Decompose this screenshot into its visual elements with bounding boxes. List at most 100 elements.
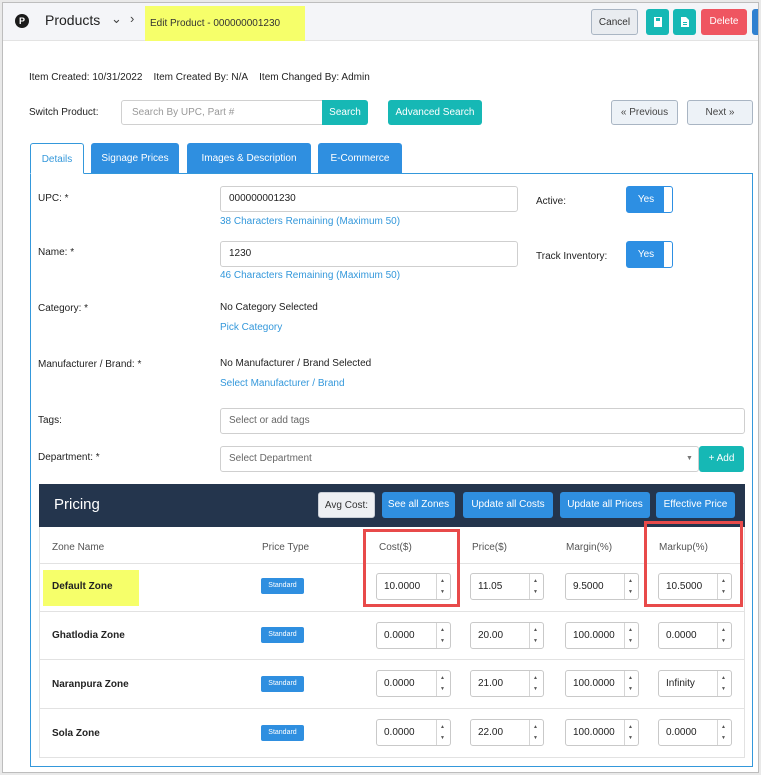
column-price-type: Price Type	[262, 542, 310, 553]
margin-input[interactable]: 100.0000	[565, 622, 639, 649]
zone-name: Sola Zone	[52, 728, 100, 739]
avg-cost-button[interactable]: Avg Cost:	[318, 492, 375, 518]
chevron-down-icon[interactable]: ⌄	[111, 11, 122, 27]
item-created: Item Created: 10/31/2022	[29, 72, 143, 83]
manufacturer-label: Manufacturer / Brand: *	[38, 359, 142, 370]
add-department-button[interactable]: + Add	[699, 446, 744, 472]
search-button[interactable]: Search	[322, 100, 368, 125]
stepper-icon[interactable]	[624, 574, 638, 599]
tags-label: Tags:	[38, 415, 62, 426]
stepper-icon[interactable]	[529, 623, 543, 648]
stepper-icon[interactable]	[624, 720, 638, 745]
manufacturer-value: No Manufacturer / Brand Selected	[220, 358, 372, 369]
previous-button[interactable]: « Previous	[611, 100, 678, 125]
stepper-icon[interactable]	[436, 671, 450, 696]
department-label: Department: *	[38, 452, 100, 463]
cost-value: 0.0000	[384, 630, 415, 641]
price-value: 21.00	[478, 678, 504, 689]
more-button[interactable]	[752, 9, 758, 35]
item-meta: Item Created: 10/31/2022 Item Created By…	[29, 72, 370, 83]
cancel-button[interactable]: Cancel	[591, 9, 638, 35]
margin-input[interactable]: 9.5000	[565, 573, 639, 600]
margin-value: 9.5000	[573, 581, 604, 592]
stepper-icon[interactable]	[624, 671, 638, 696]
price-input[interactable]: 21.00	[470, 670, 544, 697]
stepper-icon[interactable]	[529, 574, 543, 599]
cost-value: 0.0000	[384, 678, 415, 689]
update-all-prices-button[interactable]: Update all Prices	[560, 492, 650, 518]
tags-input[interactable]: Select or add tags	[220, 408, 745, 434]
select-manufacturer-link[interactable]: Select Manufacturer / Brand	[220, 378, 345, 389]
margin-value: 100.0000	[573, 630, 615, 641]
cost-annotation-box	[363, 529, 460, 607]
chevron-right-icon: ›	[130, 11, 135, 26]
margin-value: 100.0000	[573, 678, 615, 689]
track-inventory-label: Track Inventory:	[536, 251, 608, 262]
chevron-down-icon[interactable]: ▼	[686, 455, 693, 462]
stepper-icon[interactable]	[436, 720, 450, 745]
price-type-badge: Standard	[261, 627, 304, 643]
category-value: No Category Selected	[220, 302, 318, 313]
margin-input[interactable]: 100.0000	[565, 719, 639, 746]
pick-category-link[interactable]: Pick Category	[220, 322, 282, 333]
advanced-search-button[interactable]: Advanced Search	[388, 100, 482, 125]
name-input[interactable]: 1230	[220, 241, 518, 267]
product-search-input[interactable]: Search By UPC, Part #	[121, 100, 323, 125]
stepper-icon[interactable]	[717, 720, 731, 745]
tab-signage-prices[interactable]: Signage Prices	[91, 143, 179, 174]
stepper-icon[interactable]	[529, 720, 543, 745]
active-toggle-label: Yes	[637, 194, 655, 205]
see-all-zones-button[interactable]: See all Zones	[382, 492, 455, 518]
top-bar: P Products ⌄ › Edit Product - 0000000012…	[3, 3, 758, 41]
stepper-icon[interactable]	[436, 623, 450, 648]
track-inventory-toggle[interactable]: Yes	[626, 241, 673, 268]
price-input[interactable]: 22.00	[470, 719, 544, 746]
price-input[interactable]: 11.05	[470, 573, 544, 600]
delete-button[interactable]: Delete	[701, 9, 747, 35]
active-label: Active:	[536, 196, 567, 207]
pricing-header: Pricing Avg Cost: See all Zones Update a…	[39, 484, 745, 527]
price-type-badge: Standard	[261, 578, 304, 594]
tab-details[interactable]: Details	[30, 143, 84, 174]
edit-product-window: P Products ⌄ › Edit Product - 0000000012…	[2, 2, 759, 773]
markup-value: 0.0000	[666, 630, 697, 641]
stepper-icon[interactable]	[529, 671, 543, 696]
category-label: Category: *	[38, 303, 89, 314]
markup-input[interactable]: 0.0000	[658, 622, 732, 649]
tab-images-description[interactable]: Images & Description	[187, 143, 311, 174]
cost-input[interactable]: 0.0000	[376, 622, 451, 649]
breadcrumb-products[interactable]: Products	[45, 12, 100, 28]
price-value: 22.00	[478, 727, 504, 738]
pricing-title: Pricing	[54, 496, 100, 513]
active-toggle[interactable]: Yes	[626, 186, 673, 213]
price-value: 20.00	[478, 630, 504, 641]
tab-e-commerce[interactable]: E-Commerce	[318, 143, 402, 174]
margin-input[interactable]: 100.0000	[565, 670, 639, 697]
stepper-icon[interactable]	[717, 623, 731, 648]
cost-input[interactable]: 0.0000	[376, 719, 451, 746]
department-select[interactable]: Select Department	[220, 446, 699, 472]
upc-input[interactable]: 000000001230	[220, 186, 518, 212]
column-zone-name: Zone Name	[52, 542, 105, 553]
save-icon[interactable]	[646, 9, 669, 35]
name-label: Name: *	[38, 247, 75, 258]
document-icon[interactable]	[673, 9, 696, 35]
next-button[interactable]: Next »	[687, 100, 753, 125]
stepper-icon[interactable]	[624, 623, 638, 648]
price-type-badge: Standard	[261, 676, 304, 692]
markup-input[interactable]: Infinity	[658, 670, 732, 697]
upc-label: UPC: *	[38, 193, 69, 204]
effective-price-button[interactable]: Effective Price	[656, 492, 735, 518]
markup-input[interactable]: 0.0000	[658, 719, 732, 746]
update-all-costs-button[interactable]: Update all Costs	[463, 492, 553, 518]
upc-hint: 38 Characters Remaining (Maximum 50)	[220, 216, 401, 227]
price-value: 11.05	[478, 581, 503, 592]
stepper-icon[interactable]	[717, 671, 731, 696]
cost-input[interactable]: 0.0000	[376, 670, 451, 697]
item-created-by: Item Created By: N/A	[153, 72, 249, 83]
markup-annotation-box	[644, 521, 743, 607]
zone-name: Ghatlodia Zone	[52, 630, 125, 641]
name-hint: 46 Characters Remaining (Maximum 50)	[220, 270, 401, 281]
price-input[interactable]: 20.00	[470, 622, 544, 649]
switch-product-label: Switch Product:	[29, 107, 99, 118]
